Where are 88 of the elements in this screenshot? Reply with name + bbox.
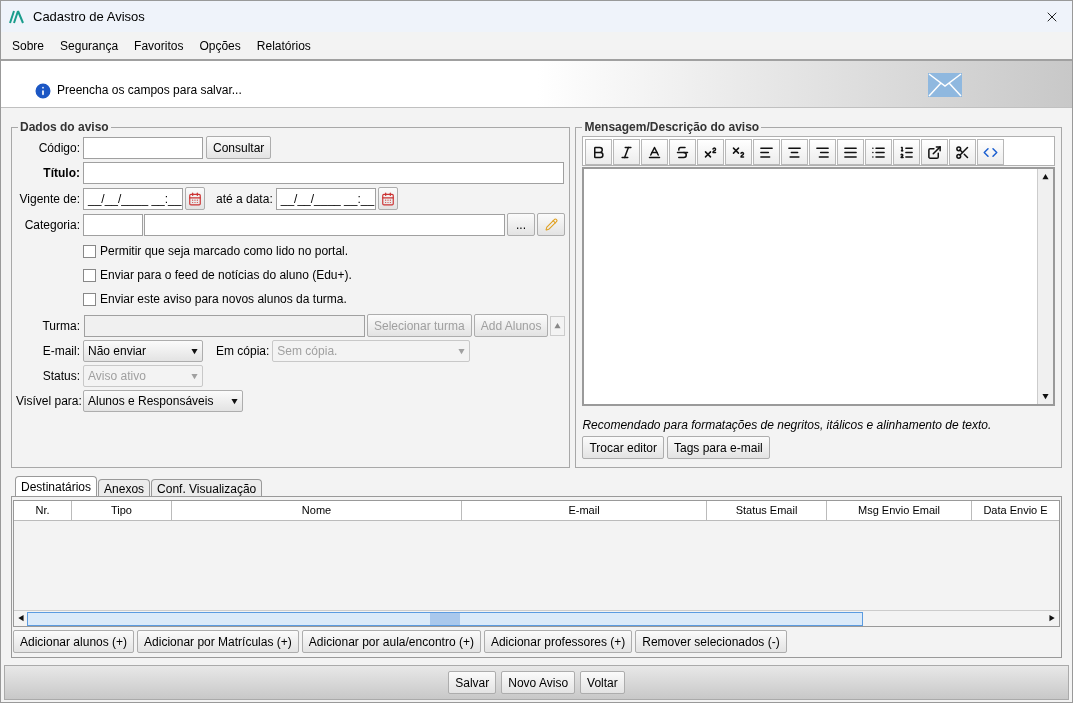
- field-label: Vigente de:: [18, 190, 81, 208]
- email-dropdown[interactable]: Não enviar: [83, 340, 203, 362]
- end-date-field[interactable]: __/__/____ __:__: [275, 187, 376, 210]
- subscript-icon[interactable]: [725, 139, 753, 165]
- caret-icon[interactable]: [231, 397, 238, 405]
- code-icon[interactable]: [977, 139, 1005, 165]
- numbered-list-icon[interactable]: [893, 139, 921, 165]
- bullet-list-icon[interactable]: [865, 139, 893, 165]
- tab[interactable]: Conf. Visualização: [151, 479, 263, 496]
- window-title: Cadastro de Avisos: [33, 7, 145, 26]
- external-link-icon[interactable]: [921, 139, 949, 165]
- envelope-icon: [928, 73, 962, 97]
- logo-icon: [9, 9, 25, 24]
- scrollbar-thumb[interactable]: [430, 612, 460, 625]
- checkbox[interactable]: [83, 268, 96, 282]
- field-label: Em cópia:: [216, 343, 270, 360]
- column-header[interactable]: Nome: [172, 501, 462, 521]
- align-right-icon[interactable]: [809, 139, 837, 165]
- bold-icon[interactable]: [585, 139, 613, 165]
- scroll-right-icon[interactable]: [1049, 615, 1056, 622]
- checkbox[interactable]: [83, 292, 96, 306]
- menu-item[interactable]: Relatórios: [248, 36, 319, 55]
- title-field[interactable]: [83, 162, 564, 184]
- table-action-button[interactable]: Adicionar professores (+): [483, 630, 633, 653]
- category-code-field[interactable]: [83, 213, 143, 236]
- footer-button[interactable]: Novo Aviso: [501, 671, 576, 694]
- visibility-dropdown[interactable]: Alunos e Responsáveis: [83, 390, 243, 412]
- table-action-button[interactable]: Remover selecionados (-): [635, 630, 787, 653]
- calendar-button[interactable]: [377, 187, 398, 210]
- table-action-button[interactable]: Adicionar por Matrículas (+): [137, 630, 299, 653]
- column-header[interactable]: Data Envio E: [972, 501, 1059, 521]
- calendar-icon: [380, 191, 395, 206]
- field-label: Título:: [42, 165, 81, 182]
- field-label: E-mail:: [41, 343, 81, 360]
- column-header[interactable]: Msg Envio Email: [827, 501, 972, 521]
- tab[interactable]: Destinatários: [15, 476, 98, 496]
- checkbox-label: Enviar para o feed de notícias do aluno (Edu+).: [100, 267, 352, 284]
- editor-button[interactable]: Tags para e-mail: [667, 436, 770, 459]
- strikethrough-icon[interactable]: [669, 139, 697, 165]
- footer-button[interactable]: Voltar: [580, 671, 625, 694]
- field-label: Turma:: [41, 317, 81, 335]
- column-header[interactable]: Tipo: [72, 501, 172, 521]
- scroll-left-icon[interactable]: [17, 615, 24, 622]
- superscript-icon[interactable]: [697, 139, 725, 165]
- tab[interactable]: Anexos: [98, 479, 151, 496]
- scroll-down-icon[interactable]: [1042, 393, 1049, 400]
- table-action-button[interactable]: Adicionar por aula/encontro (+): [301, 630, 481, 653]
- field-label: Código:: [37, 139, 81, 157]
- consultar-button[interactable]: Consultar: [206, 136, 272, 159]
- start-date-field[interactable]: __/__/____ __:__: [83, 187, 183, 210]
- field-label: Categoria:: [23, 216, 81, 234]
- caret-icon[interactable]: [191, 347, 198, 355]
- editor-hint: Recomendado para formatações de negritos, itálicos e alinhamento de texto.: [582, 417, 993, 434]
- code-field[interactable]: [83, 136, 203, 159]
- text-color-icon[interactable]: [641, 139, 669, 165]
- editor-button[interactable]: Trocar editor: [582, 436, 664, 459]
- browse-button[interactable]: ...: [507, 213, 535, 236]
- column-header[interactable]: Status Email: [707, 501, 827, 521]
- field-label: Status:: [41, 368, 81, 385]
- justify-icon[interactable]: [837, 139, 865, 165]
- footer-button[interactable]: Salvar: [448, 671, 497, 694]
- menu-item[interactable]: Sobre: [4, 36, 53, 55]
- scissors-icon[interactable]: [949, 139, 977, 165]
- checkbox[interactable]: [83, 244, 96, 258]
- panel-title: Mensagem/Descrição do aviso: [583, 119, 761, 136]
- category-field[interactable]: [144, 213, 505, 236]
- italic-icon[interactable]: [613, 139, 641, 165]
- column-header[interactable]: Nr.: [14, 501, 72, 521]
- info-icon: [33, 81, 53, 101]
- calendar-button[interactable]: [185, 187, 205, 210]
- menu-item[interactable]: Favoritos: [126, 36, 192, 55]
- field-label: até a data:: [216, 190, 273, 208]
- horizontal-scrollbar[interactable]: [14, 610, 1059, 626]
- align-center-icon[interactable]: [781, 139, 809, 165]
- checkbox-label: Permitir que seja marcado como lido no portal.: [100, 243, 349, 260]
- menu-item[interactable]: Segurança: [52, 36, 127, 55]
- align-left-icon[interactable]: [753, 139, 781, 165]
- panel-title: Dados do aviso: [19, 119, 110, 136]
- table-action-button[interactable]: Adicionar alunos (+): [13, 630, 135, 653]
- scrollbar[interactable]: [1037, 169, 1053, 404]
- scroll-up-icon[interactable]: [1042, 173, 1049, 180]
- menu-item[interactable]: Opções: [191, 36, 249, 55]
- column-header[interactable]: E-mail: [462, 501, 707, 521]
- pencil-icon: [544, 218, 558, 231]
- calendar-icon: [188, 191, 202, 206]
- field-label: Visível para:: [16, 393, 82, 410]
- checkbox-label: Enviar este aviso para novos alunos da turma.: [100, 291, 347, 308]
- info-message: Preencha os campos para salvar...: [57, 82, 242, 99]
